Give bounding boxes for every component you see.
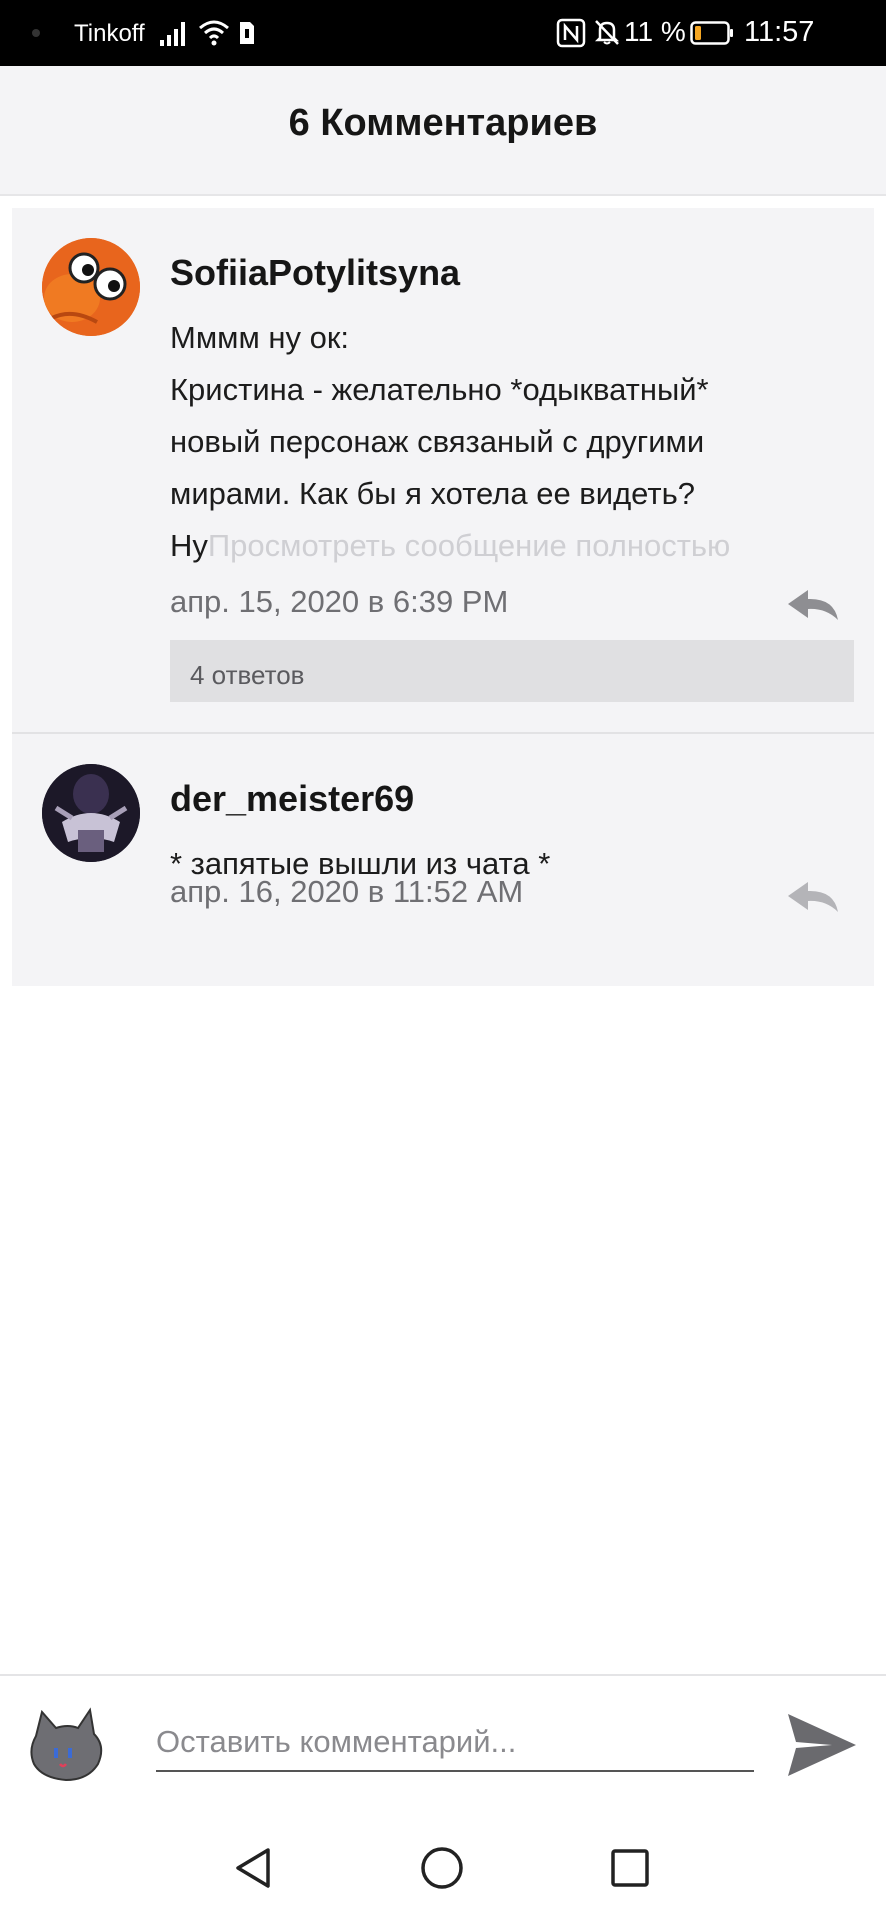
comment-body-line: Мммм ну ок: [170, 320, 350, 355]
page-title: 6 Комментариев [288, 102, 598, 144]
comment-body-line: Ну [170, 528, 208, 563]
comment-body-line: Кристина - желательно *одыкватный* [170, 372, 709, 407]
battery-percent: 11 % [624, 16, 686, 47]
avatar[interactable] [42, 764, 140, 862]
sim-icon [240, 22, 254, 44]
nfc-icon [556, 18, 586, 48]
comment-item[interactable]: SofiiaPotylitsyna Мммм ну ок: Кристина -… [12, 208, 874, 732]
system-nav-bar [0, 1814, 886, 1920]
replies-button[interactable]: 4 ответов [170, 640, 854, 702]
back-icon[interactable] [224, 1838, 284, 1898]
comment-username[interactable]: SofiiaPotylitsyna [170, 252, 460, 294]
comment-list[interactable]: SofiiaPotylitsyna Мммм ну ок: Кристина -… [12, 208, 874, 986]
comment-body: Мммм ну ок: Кристина - желательно *одыкв… [170, 312, 820, 572]
orange-cartoon-avatar-icon [42, 238, 140, 336]
comment-body-line: мирами. Как бы я хотела ее видеть? [170, 476, 695, 511]
battery-icon [690, 21, 733, 45]
comment-username[interactable]: der_meister69 [170, 778, 414, 820]
comment-body-last-line: НуПросмотреть сообщение полностью [170, 520, 820, 572]
recent-apps-icon[interactable] [600, 1838, 660, 1898]
send-icon[interactable] [786, 1712, 858, 1778]
home-icon[interactable] [412, 1838, 472, 1898]
wifi-icon [199, 20, 229, 46]
comments-header: 6 Комментариев [0, 66, 886, 196]
clock: 11:57 [744, 16, 815, 48]
reply-icon[interactable] [786, 588, 840, 622]
comment-input[interactable] [156, 1714, 754, 1772]
dark-figure-avatar-icon [42, 764, 140, 862]
comment-timestamp: апр. 15, 2020 в 6:39 PM [170, 584, 509, 619]
bell-off-icon [594, 20, 620, 45]
carrier-name: Tinkoff [74, 20, 145, 47]
cat-avatar-icon[interactable] [28, 1706, 106, 1784]
signal-icon [160, 22, 185, 46]
see-full-message-link[interactable]: Просмотреть сообщение полностью [208, 528, 730, 563]
camera-dot [32, 29, 40, 37]
avatar[interactable] [42, 238, 140, 336]
comment-item[interactable]: der_meister69 * запятые вышли из чата * … [12, 732, 874, 986]
comment-body-line: новый персонаж связаный с другими [170, 424, 705, 459]
comment-timestamp: апр. 16, 2020 в 11:52 AM [170, 874, 524, 909]
comment-input-bar [0, 1674, 886, 1814]
status-bar: Tinkoff 11 % 11:57 [0, 0, 886, 66]
reply-icon[interactable] [786, 880, 840, 914]
